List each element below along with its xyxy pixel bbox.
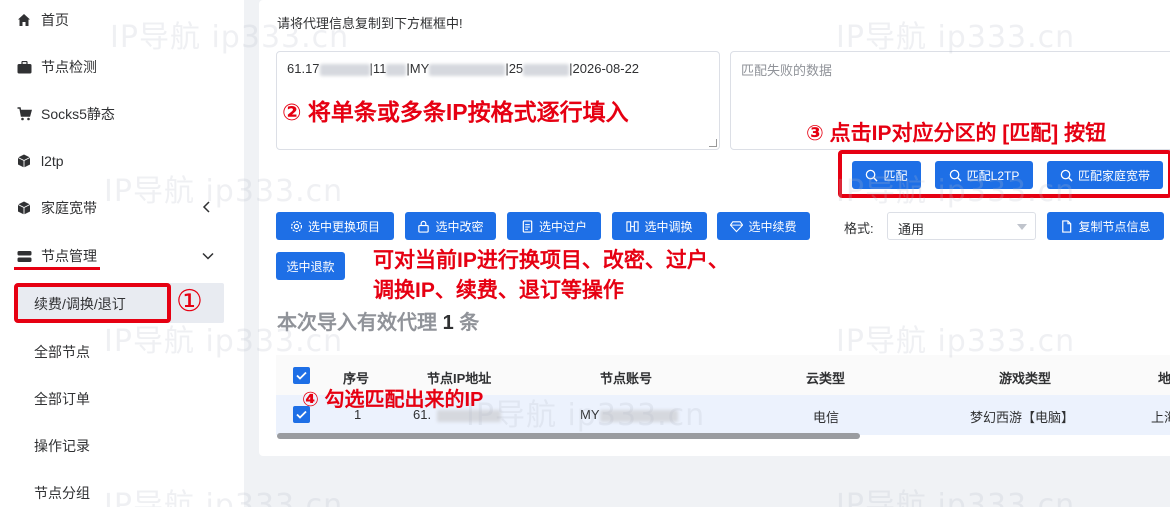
sidebar-item-label: l2tp <box>41 153 64 169</box>
renew-label: 选中续费 <box>748 219 797 234</box>
annotation-step3: ③ 点击IP对应分区的 [匹配] 按钮 <box>806 122 1107 145</box>
match-button[interactable]: 匹配 <box>852 161 921 189</box>
sidebar-item-label: 节点管理 <box>41 248 97 264</box>
chevron-down-icon <box>1017 224 1027 230</box>
chevron-down-icon <box>202 248 214 264</box>
row-game: 梦幻西游【电脑】 <box>970 410 1075 425</box>
check-icon <box>296 371 307 380</box>
match-broadband-label: 匹配家庭宽带 <box>1077 168 1150 183</box>
refund-button[interactable]: 选中退款 <box>276 252 345 280</box>
match-button-label: 匹配 <box>883 168 908 183</box>
input-hint: 请将代理信息复制到下方框框中! <box>277 16 463 31</box>
swap-label: 选中调换 <box>644 219 693 234</box>
sidebar-item-label: 首页 <box>41 12 69 28</box>
cart-icon <box>16 106 32 122</box>
annotation-box-step1 <box>14 283 171 323</box>
import-summary-prefix: 本次导入有效代理 <box>277 312 437 334</box>
cube-icon <box>16 153 32 169</box>
format-label: 格式: <box>844 221 874 236</box>
lock-icon <box>418 220 430 233</box>
header-account: 节点账号 <box>600 371 653 386</box>
copy-node-info-label: 复制节点信息 <box>1078 219 1151 234</box>
sidebar-item-label: Socks5静态 <box>41 106 115 122</box>
row-account: MY <box>580 407 678 422</box>
gear-icon <box>290 220 303 232</box>
annotation-ops-line2: 调换IP、续费、退订等操作 <box>373 279 624 302</box>
renew-button[interactable]: 选中续费 <box>717 212 810 240</box>
fail-data-placeholder: 匹配失败的数据 <box>741 63 833 78</box>
sidebar-sub-all-nodes[interactable]: 全部节点 <box>34 342 90 362</box>
import-summary-suffix: 条 <box>459 312 480 334</box>
sidebar-item-node-check[interactable]: 节点检测 <box>0 47 244 87</box>
annotation-step1: ① <box>176 285 203 318</box>
sidebar-item-home[interactable]: 首页 <box>0 0 244 40</box>
row-cloud: 电信 <box>813 410 840 425</box>
change-project-label: 选中更换项目 <box>307 219 380 234</box>
document-icon <box>522 219 533 233</box>
watermark: IP导航 ip333.cn <box>836 488 1076 507</box>
annotation-step4: ④ 勾选匹配出来的IP <box>302 389 484 411</box>
format-select-value: 通用 <box>898 222 925 237</box>
search-icon <box>866 169 879 182</box>
format-select[interactable]: 通用 <box>887 212 1036 240</box>
copy-node-info-button[interactable]: 复制节点信息 <box>1047 212 1164 240</box>
match-broadband-button[interactable]: 匹配家庭宽带 <box>1047 161 1163 189</box>
proxy-input-value: 61.17 |11 |MY |25 |2026-08-22 <box>287 61 640 76</box>
swap-button[interactable]: 选中调换 <box>612 212 707 240</box>
sidebar-sub-groups[interactable]: 节点分组 <box>34 483 90 503</box>
refund-label: 选中退款 <box>286 259 335 274</box>
swap-icon <box>626 220 640 232</box>
active-underline <box>14 267 100 270</box>
sidebar-sub-logs[interactable]: 操作记录 <box>34 436 90 456</box>
match-l2tp-button[interactable]: 匹配L2TP <box>935 161 1033 189</box>
change-project-button[interactable]: 选中更换项目 <box>276 212 394 240</box>
annotation-ops-line1: 可对当前IP进行换项目、改密、过户、 <box>373 249 729 272</box>
server-icon <box>16 248 32 264</box>
sidebar: 首页 节点检测 Socks5静态 l2tp 家庭宽带 节点管理 续费/调换/退订… <box>0 0 244 507</box>
resize-handle[interactable] <box>709 139 717 147</box>
sidebar-item-label: 节点检测 <box>41 59 97 75</box>
match-l2tp-label: 匹配L2TP <box>966 168 1020 183</box>
select-all-checkbox[interactable] <box>293 367 310 384</box>
home-icon <box>16 12 32 28</box>
transfer-button[interactable]: 选中过户 <box>507 212 601 240</box>
search-icon <box>1060 169 1073 182</box>
sidebar-sub-all-orders[interactable]: 全部订单 <box>34 389 90 409</box>
header-game: 游戏类型 <box>999 371 1052 386</box>
search-icon <box>949 169 962 182</box>
header-region: 地 <box>1158 371 1170 386</box>
file-icon <box>1062 219 1072 233</box>
header-cloud: 云类型 <box>806 371 846 386</box>
sidebar-item-label: 家庭宽带 <box>41 200 97 216</box>
transfer-label: 选中过户 <box>538 219 587 234</box>
row-region: 上海 <box>1151 410 1170 425</box>
sidebar-item-socks5[interactable]: Socks5静态 <box>0 94 244 134</box>
import-count: 1 <box>442 312 454 334</box>
horizontal-scrollbar[interactable] <box>277 433 860 439</box>
sidebar-item-l2tp[interactable]: l2tp <box>0 141 244 181</box>
cube-icon <box>16 200 32 216</box>
sidebar-item-home-broadband[interactable]: 家庭宽带 <box>0 188 244 228</box>
import-summary: 本次导入有效代理 1 条 <box>277 306 479 335</box>
change-password-label: 选中改密 <box>435 219 484 234</box>
change-password-button[interactable]: 选中改密 <box>405 212 496 240</box>
annotation-step2: ② 将单条或多条IP按格式逐行填入 <box>282 99 629 125</box>
sidebar-item-node-manage[interactable]: 节点管理 <box>0 236 244 276</box>
diamond-icon <box>730 220 744 232</box>
chevron-left-icon <box>202 200 212 216</box>
briefcase-icon <box>16 59 32 75</box>
